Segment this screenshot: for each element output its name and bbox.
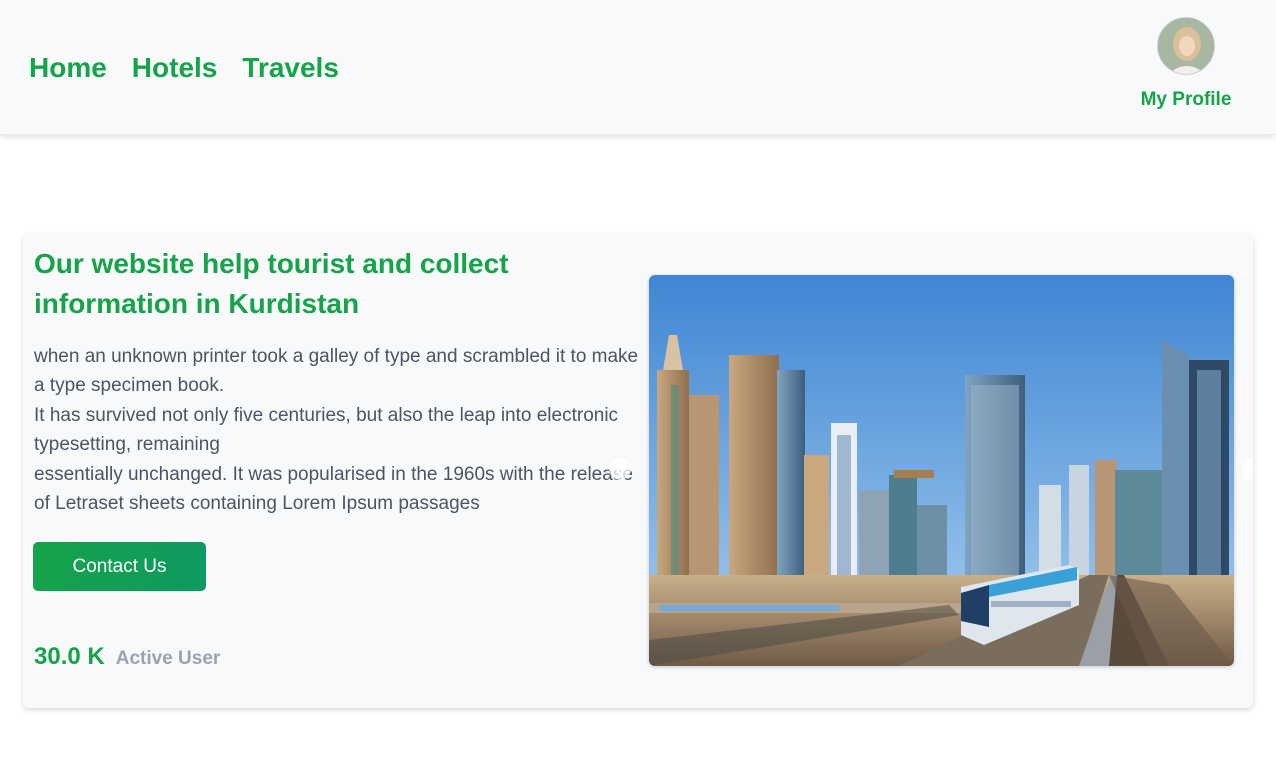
chevron-right-icon[interactable]	[1243, 458, 1253, 480]
hero-description: when an unknown printer took a galley of…	[34, 342, 644, 518]
top-navbar: Home Hotels Travels My Profile	[0, 0, 1276, 135]
hero-description-line: essentially unchanged. It was popularise…	[34, 463, 633, 515]
nav-home-link[interactable]: Home	[29, 50, 107, 86]
hero-title: Our website help tourist and collect inf…	[34, 248, 509, 319]
contact-us-button[interactable]: Contact Us	[33, 542, 206, 591]
stat-value: 30.0 K	[34, 643, 105, 670]
avatar-photo	[1158, 18, 1214, 74]
chevron-left-icon[interactable]: ❮	[609, 458, 631, 480]
main-nav: Home Hotels Travels	[29, 50, 339, 86]
hero-description-line: when an unknown printer took a galley of…	[34, 346, 639, 397]
profile-label[interactable]: My Profile	[1141, 89, 1232, 111]
stat-label: Active User	[115, 648, 221, 669]
avatar[interactable]	[1157, 17, 1215, 75]
nav-travels-link[interactable]: Travels	[242, 50, 339, 86]
city-skyline-train-image	[649, 275, 1234, 666]
hero-description-line: It has survived not only five centuries,…	[34, 404, 619, 456]
nav-hotels-link[interactable]: Hotels	[132, 50, 218, 86]
profile-menu[interactable]: My Profile	[1130, 17, 1242, 111]
hero-card: Our website help tourist and collect inf…	[23, 234, 1253, 708]
image-carousel[interactable]	[649, 275, 1234, 666]
active-user-stat: 30.0 K Active User	[34, 643, 220, 671]
